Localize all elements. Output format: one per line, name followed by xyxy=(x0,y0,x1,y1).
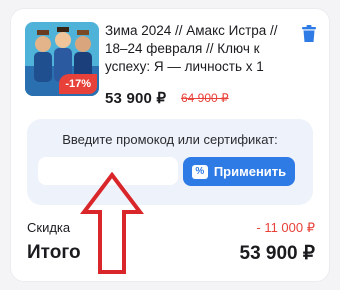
product-thumbnail[interactable]: -17% xyxy=(25,22,99,96)
product-title[interactable]: Зима 2024 // Амакс Истра // 18–24 феврал… xyxy=(105,22,281,76)
current-price: 53 900 ₽ xyxy=(105,90,167,107)
apply-promo-button[interactable]: % Применить xyxy=(183,157,295,186)
old-price: 64 900 ₽ xyxy=(181,91,229,105)
discount-value: - 11 000 ₽ xyxy=(256,220,315,235)
cart-item-card: -17% Зима 2024 // Амакс Истра // 18–24 ф… xyxy=(10,8,330,282)
discount-label: Скидка xyxy=(27,220,71,235)
total-value: 53 900 ₽ xyxy=(239,243,315,264)
promo-label: Введите промокод или сертификат: xyxy=(62,132,278,147)
apply-button-label: Применить xyxy=(213,164,287,179)
promo-code-section: Введите промокод или сертификат: % Приме… xyxy=(27,119,313,205)
percent-coupon-icon: % xyxy=(191,164,208,179)
annotation-arrow-up-icon xyxy=(80,172,144,274)
trash-icon[interactable] xyxy=(301,25,317,43)
discount-badge: -17% xyxy=(59,74,97,94)
total-label: Итого xyxy=(27,242,81,263)
